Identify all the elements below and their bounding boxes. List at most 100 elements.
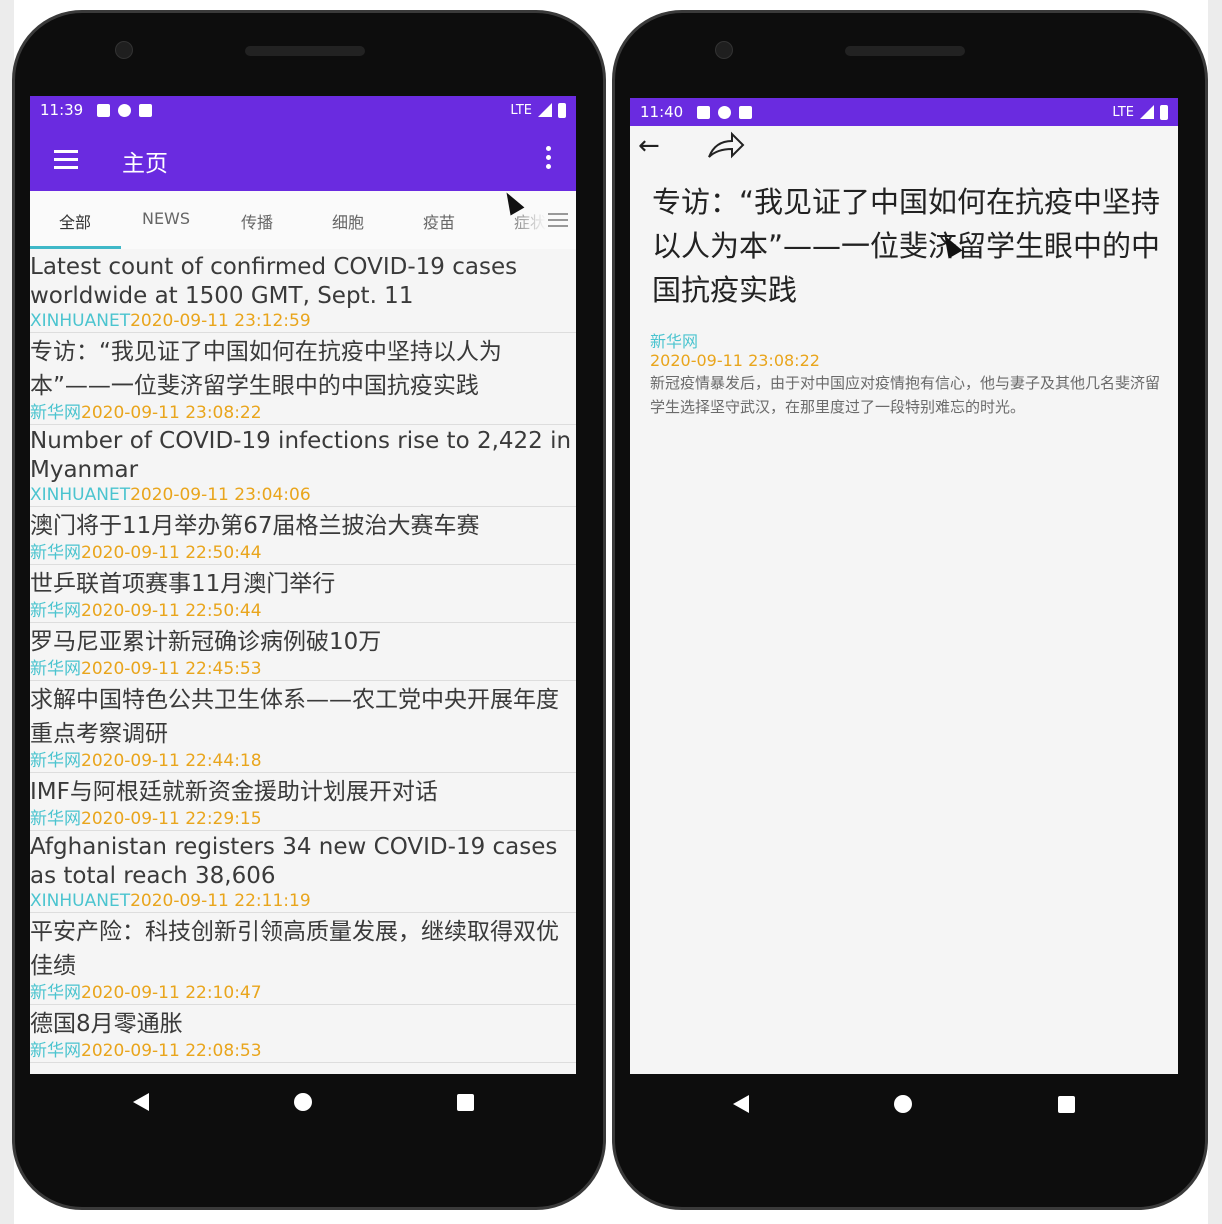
news-date: 2020-09-11 22:50:44 xyxy=(81,543,262,563)
news-item[interactable]: 澳门将于11月举办第67届格兰披治大赛车赛 新华网2020-09-11 22:50… xyxy=(30,507,576,565)
overflow-menu-icon[interactable] xyxy=(546,146,552,173)
detail-toolbar: ← xyxy=(630,126,1178,166)
news-date: 2020-09-11 23:12:59 xyxy=(130,311,311,331)
news-date: 2020-09-11 22:10:47 xyxy=(81,983,262,1003)
status-time: 11:40 xyxy=(640,103,684,121)
tab-menu-icon[interactable] xyxy=(548,213,568,231)
news-meta: 新华网2020-09-11 22:44:18 xyxy=(30,751,576,772)
front-camera xyxy=(715,41,733,59)
news-title: IMF与阿根廷就新资金援助计划展开对话 xyxy=(30,779,438,805)
news-source: 新华网 xyxy=(30,601,81,621)
notification-icon xyxy=(118,103,132,117)
news-date: 2020-09-11 22:50:44 xyxy=(81,601,262,621)
category-tabs: 全部 NEWS 传播 细胞 疫苗 症状 xyxy=(30,191,576,249)
news-item[interactable]: 求解中国特色公共卫生体系——农工党中央开展年度重点考察调研新华网2020-09-… xyxy=(30,681,576,773)
news-meta: 新华网2020-09-11 22:29:15 xyxy=(30,809,576,830)
news-meta: 新华网2020-09-11 22:50:44 xyxy=(30,543,576,564)
news-title: 平安产险：科技创新引领高质量发展，继续取得双优佳绩 xyxy=(30,919,559,979)
news-source: XINHUANET xyxy=(30,891,131,911)
news-item[interactable]: 世乒联首项赛事11月澳门举行新华网2020-09-11 22:50:44 xyxy=(30,565,576,623)
news-date: 2020-09-11 22:45:53 xyxy=(81,659,262,679)
news-date: 2020-09-11 22:44:18 xyxy=(81,751,262,771)
signal-icon xyxy=(538,103,552,117)
menu-icon[interactable] xyxy=(54,150,78,174)
news-item[interactable]: 专访：“我见证了中国如何在抗疫中坚持以人为本”——一位斐济留学生眼中的中国抗疫实… xyxy=(30,333,576,425)
notification-icon xyxy=(718,105,732,119)
news-meta: 新华网2020-09-11 23:08:22 xyxy=(30,403,576,424)
article-title: 专访：“我见证了中国如何在抗疫中坚持以人为本”——一位斐济留学生眼中的中国抗疫实… xyxy=(652,185,1161,307)
status-bar: 11:39 LTE xyxy=(30,96,576,124)
news-item[interactable]: IMF与阿根廷就新资金援助计划展开对话新华网2020-09-11 22:29:1… xyxy=(30,773,576,831)
news-title: Afghanistan registers 34 new COVID-19 ca… xyxy=(30,834,558,889)
home-icon[interactable] xyxy=(293,1093,312,1111)
news-title: Latest count of confirmed COVID-19 cases… xyxy=(30,254,518,309)
earpiece-speaker xyxy=(845,46,965,56)
tab-news[interactable]: NEWS xyxy=(121,209,211,228)
news-title: Number of COVID-19 infections rise to 2,… xyxy=(30,428,572,483)
news-title: 专访：“我见证了中国如何在抗疫中坚持以人为本”——一位斐济留学生眼中的中国抗疫实… xyxy=(30,339,502,399)
news-source: 新华网 xyxy=(30,543,81,563)
notification-icon xyxy=(97,103,111,117)
news-date: 2020-09-11 23:08:22 xyxy=(81,403,262,423)
news-date: 2020-09-11 22:29:15 xyxy=(81,809,262,829)
news-title: 世乒联首项赛事11月澳门举行 xyxy=(30,571,336,597)
news-item[interactable]: 德国8月零通胀新华网2020-09-11 22:08:53 xyxy=(30,1005,576,1063)
news-date: 2020-09-11 22:11:19 xyxy=(130,891,311,911)
recent-apps-icon[interactable] xyxy=(456,1093,474,1111)
back-arrow-icon[interactable]: ← xyxy=(638,131,660,161)
front-camera xyxy=(115,41,133,59)
news-item[interactable]: 罗马尼亚累计新冠确诊病例破10万新华网2020-09-11 22:45:53 xyxy=(30,623,576,681)
news-source: XINHUANET xyxy=(30,485,131,505)
news-meta: XINHUANET2020-09-11 22:11:19 xyxy=(30,891,576,912)
screen-right: 11:40 LTE ← 专访：“我见证了中国如何在抗疫中坚持以人为本”——一位斐… xyxy=(630,98,1178,1074)
news-meta: 新华网2020-09-11 22:10:47 xyxy=(30,983,576,1004)
news-source: 新华网 xyxy=(30,751,81,771)
battery-icon xyxy=(1160,104,1168,120)
back-icon[interactable] xyxy=(132,1093,149,1111)
news-date: 2020-09-11 23:04:06 xyxy=(130,485,311,505)
news-source: XINHUANET xyxy=(30,311,131,331)
tab-spread[interactable]: 传播 xyxy=(212,209,302,233)
news-list: Latest count of confirmed COVID-19 cases… xyxy=(30,251,576,1063)
page-title: 主页 xyxy=(122,151,168,177)
news-item[interactable]: Afghanistan registers 34 new COVID-19 ca… xyxy=(30,831,576,913)
navigation-bar xyxy=(660,1079,1148,1129)
home-icon[interactable] xyxy=(894,1095,913,1113)
news-source: 新华网 xyxy=(30,1041,81,1061)
status-time: 11:39 xyxy=(40,101,84,119)
news-meta: XINHUANET2020-09-11 23:04:06 xyxy=(30,485,576,506)
screen-left: 11:39 LTE 主页 全部 NEWS 传播 细胞 疫苗 症状 Latest … xyxy=(30,96,576,1074)
sd-card-icon xyxy=(739,105,753,119)
article-body: 新冠疫情暴发后，由于对中国应对疫情抱有信心，他与妻子及其他几名斐济留学生选择坚守… xyxy=(650,374,1161,416)
news-meta: 新华网2020-09-11 22:08:53 xyxy=(30,1041,576,1062)
news-source: 新华网 xyxy=(30,403,81,423)
news-date: 2020-09-11 22:08:53 xyxy=(81,1041,262,1061)
network-type: LTE xyxy=(1112,104,1134,120)
article-date: 2020-09-11 23:08:22 xyxy=(650,351,820,370)
news-title: 求解中国特色公共卫生体系——农工党中央开展年度重点考察调研 xyxy=(30,687,559,747)
tab-all[interactable]: 全部 xyxy=(30,209,120,233)
tab-cell[interactable]: 细胞 xyxy=(303,209,393,233)
news-meta: 新华网2020-09-11 22:45:53 xyxy=(30,659,576,680)
earpiece-speaker xyxy=(245,46,365,56)
battery-icon xyxy=(558,102,566,118)
tab-vaccine[interactable]: 疫苗 xyxy=(394,209,484,233)
news-item[interactable]: Number of COVID-19 infections rise to 2,… xyxy=(30,425,576,507)
tab-indicator xyxy=(30,246,121,249)
article-source: 新华网 xyxy=(650,332,699,351)
news-item[interactable]: 平安产险：科技创新引领高质量发展，继续取得双优佳绩新华网2020-09-11 2… xyxy=(30,913,576,1005)
news-title: 罗马尼亚累计新冠确诊病例破10万 xyxy=(30,629,382,655)
status-bar: 11:40 LTE xyxy=(630,98,1178,126)
news-source: 新华网 xyxy=(30,659,81,679)
network-type: LTE xyxy=(510,102,532,118)
news-item[interactable]: Latest count of confirmed COVID-19 cases… xyxy=(30,251,576,333)
news-source: 新华网 xyxy=(30,809,81,829)
notification-icon xyxy=(697,105,711,119)
back-icon[interactable] xyxy=(732,1095,749,1113)
sd-card-icon xyxy=(139,103,153,117)
share-icon[interactable] xyxy=(706,130,746,164)
news-title: 德国8月零通胀 xyxy=(30,1011,183,1037)
recent-apps-icon[interactable] xyxy=(1058,1095,1076,1113)
news-meta: XINHUANET2020-09-11 23:12:59 xyxy=(30,311,576,332)
signal-icon xyxy=(1140,105,1154,119)
